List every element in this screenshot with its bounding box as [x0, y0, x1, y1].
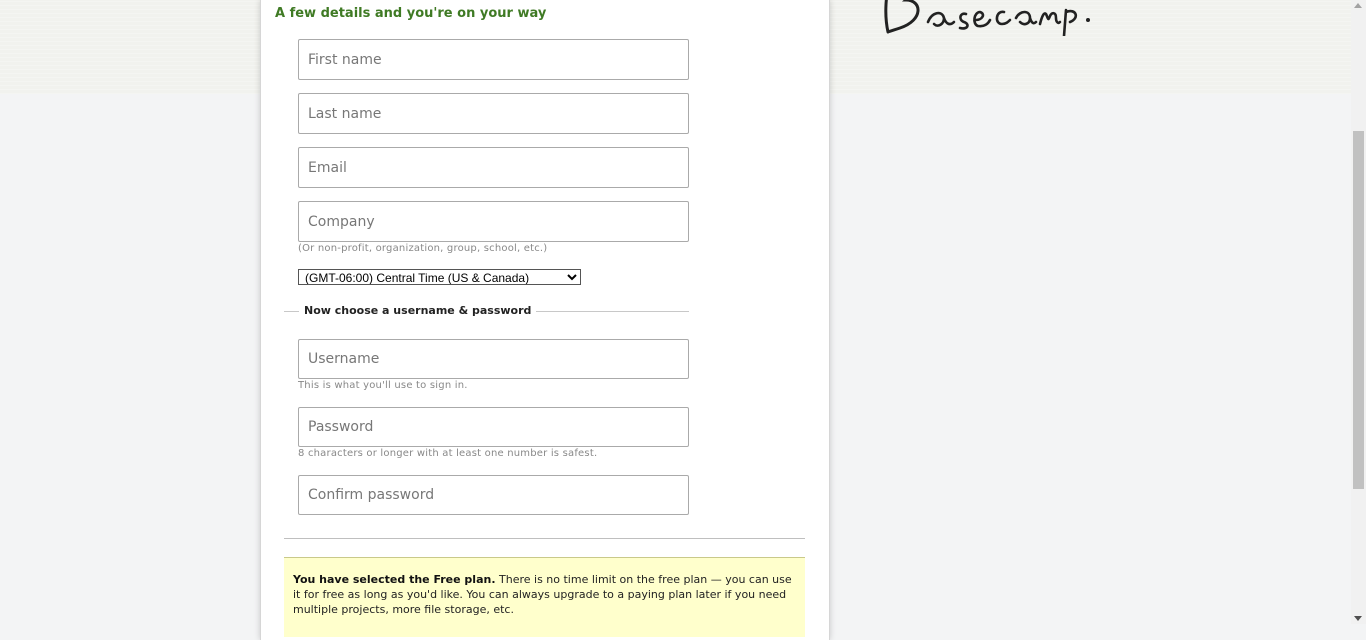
form-divider: [284, 538, 805, 539]
email-input[interactable]: [298, 147, 689, 188]
confirm-password-input[interactable]: [298, 475, 689, 515]
company-input[interactable]: [298, 201, 689, 242]
scroll-thumb[interactable]: [1353, 131, 1364, 489]
form-heading: A few details and you're on your way: [275, 6, 547, 21]
plan-notice: You have selected the Free plan. There i…: [284, 557, 805, 637]
company-hint: (Or non-profit, organization, group, sch…: [298, 243, 548, 254]
section-title: Now choose a username & password: [299, 304, 537, 317]
plan-notice-bold: You have selected the Free plan.: [293, 573, 496, 586]
last-name-input[interactable]: [298, 93, 689, 134]
password-hint: 8 characters or longer with at least one…: [298, 448, 598, 459]
username-hint: This is what you'll use to sign in.: [298, 380, 468, 391]
basecamp-logo-icon: [884, 0, 1090, 36]
signup-card: A few details and you're on your way (Or…: [260, 0, 830, 640]
timezone-select[interactable]: (GMT-06:00) Central Time (US & Canada): [298, 269, 581, 285]
first-name-input[interactable]: [298, 39, 689, 80]
username-input[interactable]: [298, 339, 689, 379]
page-scrollbar[interactable]: [1351, 0, 1366, 624]
scroll-down-arrow-icon[interactable]: [1354, 616, 1362, 621]
scroll-up-arrow-icon[interactable]: [1354, 3, 1362, 8]
password-input[interactable]: [298, 407, 689, 447]
